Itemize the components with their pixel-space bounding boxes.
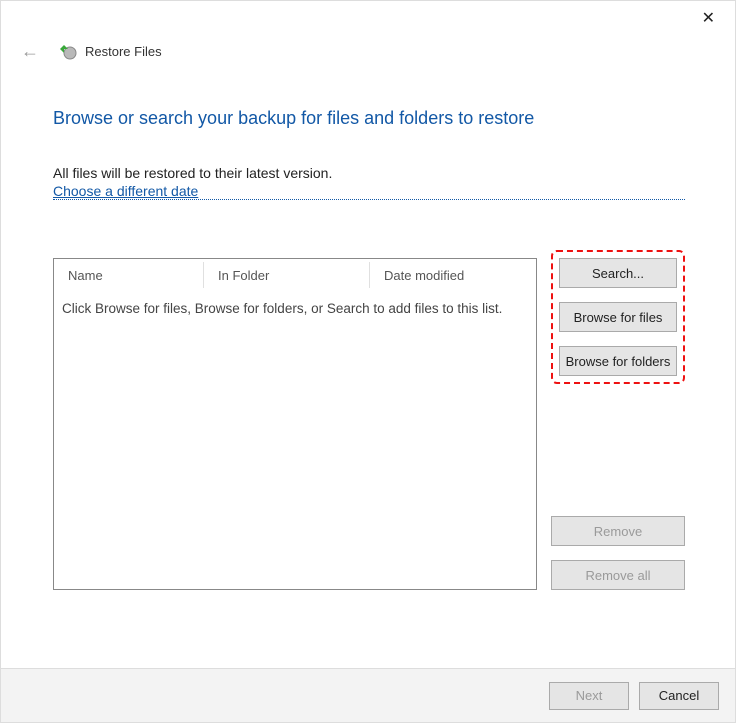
browse-for-folders-button[interactable]: Browse for folders [559, 346, 677, 376]
column-header-date[interactable]: Date modified [370, 262, 536, 288]
wizard-footer: Next Cancel [1, 668, 735, 722]
remove-buttons-group: Remove Remove all [551, 420, 685, 590]
list-placeholder: Click Browse for files, Browse for folde… [54, 291, 536, 589]
main-row: Name In Folder Date modified Click Brows… [53, 258, 685, 590]
cancel-button[interactable]: Cancel [639, 682, 719, 710]
choose-different-date-link[interactable]: Choose a different date [53, 183, 685, 200]
restore-files-icon [59, 43, 77, 61]
titlebar: ✕ [1, 1, 735, 37]
browse-for-files-button[interactable]: Browse for files [559, 302, 677, 332]
search-button[interactable]: Search... [559, 258, 677, 288]
remove-all-button: Remove all [551, 560, 685, 590]
page-title: Browse or search your backup for files a… [53, 108, 685, 129]
file-list[interactable]: Name In Folder Date modified Click Brows… [53, 258, 537, 590]
side-buttons: Search... Browse for files Browse for fo… [551, 258, 685, 590]
annotation-highlight: Search... Browse for files Browse for fo… [551, 250, 685, 384]
remove-button: Remove [551, 516, 685, 546]
restore-files-window: ✕ ← Restore Files Browse or search your … [0, 0, 736, 723]
close-icon[interactable]: ✕ [696, 9, 721, 29]
header-title-group: Restore Files [59, 43, 162, 61]
list-headers: Name In Folder Date modified [54, 259, 536, 291]
content-area: Browse or search your backup for files a… [1, 62, 735, 668]
column-header-folder[interactable]: In Folder [204, 262, 370, 288]
back-arrow-icon[interactable]: ← [17, 41, 43, 62]
header-title: Restore Files [85, 44, 162, 59]
column-header-name[interactable]: Name [54, 262, 204, 288]
wizard-header: ← Restore Files [1, 37, 735, 62]
next-button: Next [549, 682, 629, 710]
info-text: All files will be restored to their late… [53, 165, 685, 181]
